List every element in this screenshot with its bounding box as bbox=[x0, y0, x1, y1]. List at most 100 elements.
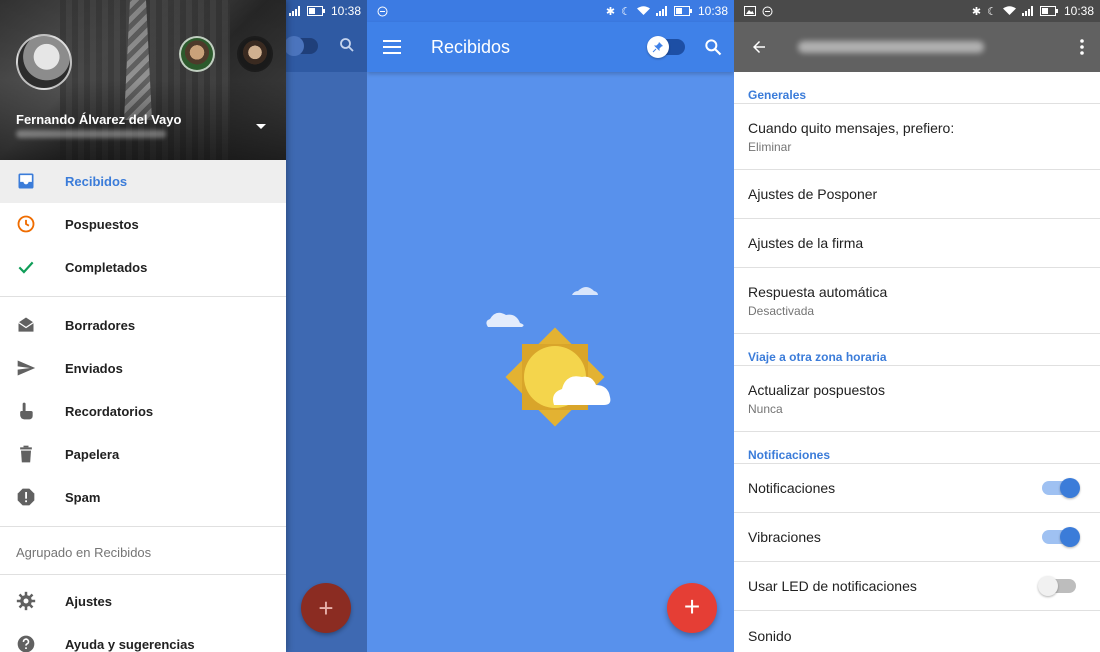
setting-value: Eliminar bbox=[748, 139, 792, 154]
setting-title: Ajustes de la firma bbox=[748, 235, 864, 251]
drawer-item-label: Pospuestos bbox=[65, 217, 139, 232]
behind-pin-knob bbox=[284, 36, 304, 56]
menu-icon[interactable] bbox=[383, 39, 401, 55]
avatar-other-account-2[interactable] bbox=[237, 36, 273, 72]
avatar-other-account-1[interactable] bbox=[179, 36, 215, 72]
setting-auto-reply[interactable]: Respuesta automática Desactivada bbox=[734, 268, 1100, 334]
account-switcher-caret-icon[interactable] bbox=[256, 124, 266, 129]
drawer-item-ayuda[interactable]: Ayuda y sugerencias bbox=[0, 623, 286, 652]
drawer-item-spam[interactable]: Spam bbox=[0, 476, 286, 519]
drawer-item-recibidos[interactable]: Recibidos bbox=[0, 160, 286, 203]
drawer-item-label: Spam bbox=[65, 490, 101, 505]
drawer-section-label: Agrupado en Recibidos bbox=[16, 544, 152, 560]
small-cloud bbox=[572, 287, 598, 295]
led-switch[interactable] bbox=[1038, 576, 1076, 596]
drawer-divider bbox=[0, 574, 286, 575]
setting-title: Ajustes de Posponer bbox=[748, 186, 878, 202]
setting-sound[interactable]: Sonido bbox=[734, 611, 1100, 652]
battery-icon bbox=[306, 6, 325, 16]
behind-fab: + bbox=[301, 583, 351, 633]
spam-icon bbox=[17, 488, 35, 506]
battery-icon bbox=[1039, 6, 1058, 16]
drawer-item-label: Ajustes bbox=[65, 594, 112, 609]
bluetooth-icon: ✱ bbox=[971, 5, 982, 18]
dnd-icon bbox=[377, 6, 388, 16]
sun bbox=[505, 327, 605, 427]
drawer-item-ajustes[interactable]: Ajustes bbox=[0, 580, 286, 623]
more-vert-icon[interactable] bbox=[1080, 39, 1084, 55]
check-icon bbox=[18, 261, 34, 274]
setting-title: Cuando quito mensajes, prefiero: bbox=[748, 119, 955, 136]
setting-notifications[interactable]: Notificaciones bbox=[734, 464, 1100, 513]
switch-knob bbox=[1060, 527, 1080, 547]
drawer-item-borradores[interactable]: Borradores bbox=[0, 304, 286, 347]
settings-section-timezone: Viaje a otra zona horaria bbox=[734, 334, 1100, 366]
inbox-appbar: Recibidos bbox=[367, 22, 734, 72]
trash-icon bbox=[20, 445, 32, 463]
drawer-item-label: Papelera bbox=[65, 447, 120, 462]
drawer-item-pospuestos[interactable]: Pospuestos bbox=[0, 203, 286, 246]
inbox-icon bbox=[18, 173, 34, 189]
drawer-item-label: Ayuda y sugerencias bbox=[65, 637, 195, 652]
settings-list: Generales Cuando quito mensajes, prefier… bbox=[734, 72, 1100, 652]
account-email-blurred bbox=[16, 130, 166, 138]
drawer-item-completados[interactable]: Completados bbox=[0, 246, 286, 289]
page-title: Recibidos bbox=[431, 37, 511, 57]
inbox-panel: ✱ ☾ 10:38 Recibidos + bbox=[367, 0, 734, 652]
gallery-notification-icon bbox=[744, 6, 756, 16]
drawer-item-label: Borradores bbox=[65, 318, 136, 333]
signal-icon bbox=[288, 6, 300, 16]
drawer-item-papelera[interactable]: Papelera bbox=[0, 433, 286, 476]
setting-value: Desactivada bbox=[748, 303, 815, 318]
battery-icon bbox=[673, 6, 692, 16]
drafts-icon bbox=[18, 317, 34, 332]
navigation-drawer: Fernando Álvarez del Vayo Recibidos Posp… bbox=[0, 0, 286, 652]
compose-fab-button[interactable]: + bbox=[667, 583, 717, 633]
setting-vibration[interactable]: Vibraciones bbox=[734, 513, 1100, 562]
setting-snooze[interactable]: Ajustes de Posponer bbox=[734, 170, 1100, 219]
avatar-current-account[interactable] bbox=[16, 34, 72, 90]
settings-appbar bbox=[734, 22, 1100, 72]
account-header[interactable]: Fernando Álvarez del Vayo bbox=[0, 0, 286, 160]
setting-value: Nunca bbox=[748, 401, 783, 416]
behind-search-icon bbox=[340, 38, 354, 52]
setting-signature[interactable]: Ajustes de la firma bbox=[734, 219, 1100, 268]
pin-toggle[interactable] bbox=[647, 36, 669, 58]
signal-icon bbox=[1021, 6, 1033, 16]
status-time: 10:38 bbox=[330, 4, 361, 18]
signal-icon bbox=[655, 6, 667, 16]
gear-icon bbox=[16, 591, 36, 611]
drawer-item-label: Recibidos bbox=[65, 174, 128, 189]
behind-content bbox=[286, 72, 367, 652]
back-arrow-icon[interactable] bbox=[750, 38, 768, 56]
setting-title: Usar LED de notificaciones bbox=[748, 578, 917, 594]
moon-icon: ☾ bbox=[621, 5, 631, 18]
setting-led[interactable]: Usar LED de notificaciones bbox=[734, 562, 1100, 611]
vibration-switch[interactable] bbox=[1042, 527, 1080, 547]
drawer-item-label: Completados bbox=[65, 260, 148, 275]
switch-knob bbox=[1060, 478, 1080, 498]
drawer-divider bbox=[0, 526, 286, 527]
clock-icon bbox=[17, 215, 35, 233]
dnd-icon bbox=[762, 6, 773, 16]
notifications-switch[interactable] bbox=[1042, 478, 1080, 498]
setting-title: Sonido bbox=[748, 627, 792, 644]
setting-update-snoozed[interactable]: Actualizar pospuestos Nunca bbox=[734, 366, 1100, 432]
account-email-blurred bbox=[798, 41, 984, 53]
account-name: Fernando Álvarez del Vayo bbox=[16, 112, 182, 127]
status-time: 10:38 bbox=[697, 4, 728, 18]
sunny-inbox-illustration bbox=[486, 287, 611, 427]
left-cloud bbox=[486, 312, 524, 327]
search-icon[interactable] bbox=[703, 37, 723, 57]
drawer-item-enviados[interactable]: Enviados bbox=[0, 347, 286, 390]
setting-remove-preference[interactable]: Cuando quito mensajes, prefiero: Elimina… bbox=[734, 104, 1100, 170]
setting-title: Actualizar pospuestos bbox=[748, 381, 885, 398]
switch-knob bbox=[1038, 576, 1058, 596]
wifi-icon bbox=[1002, 6, 1016, 15]
wifi-icon bbox=[636, 6, 650, 15]
drawer-panel: + ✱ ☾ 10:38 Fernando Álvarez del Vayo bbox=[0, 0, 367, 652]
drawer-item-recordatorios[interactable]: Recordatorios bbox=[0, 390, 286, 433]
send-icon bbox=[17, 360, 36, 376]
reminder-hand-icon bbox=[20, 402, 33, 420]
moon-icon: ☾ bbox=[987, 5, 997, 18]
